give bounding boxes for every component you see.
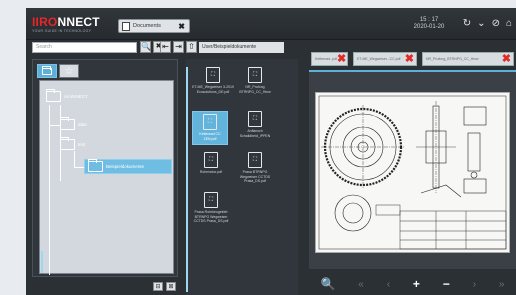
tree-node-label: data	[78, 122, 87, 127]
up-icon[interactable]: ⇧	[186, 41, 197, 53]
document-icon	[122, 21, 130, 31]
refresh-icon[interactable]: ↻	[463, 18, 471, 30]
folder-icon	[46, 89, 61, 102]
viewer-tab-label: ET-ME_Wegweiser...CC.pdf	[357, 57, 401, 61]
brand-accent: IIRO	[32, 15, 58, 29]
pdf-viewer[interactable]	[309, 70, 516, 269]
clock-date: 2020-01-20	[413, 24, 445, 30]
scrollbar[interactable]	[186, 67, 188, 292]
folder-icon	[60, 137, 75, 150]
search-icon[interactable]: 🔍	[140, 41, 151, 53]
trash-icon[interactable]: ⊠	[166, 282, 176, 291]
forward-icon[interactable]: ⇥	[173, 41, 184, 53]
app-window: IIRONNECT YOUR GUIDE IN TECHNOLOGY Docum…	[26, 8, 516, 295]
folder-icon	[42, 65, 52, 75]
home-icon[interactable]: ⌂	[506, 18, 512, 30]
sprocket-drawing	[321, 105, 405, 189]
pdf-icon: ⛶	[248, 67, 262, 83]
close-icon[interactable]: ✖	[502, 53, 513, 65]
tree-node-label: test	[78, 142, 86, 147]
clock-time: 15 : 17	[419, 17, 439, 23]
file-item[interactable]: ⛶ Prasa BTRNPG Wegweiser CCTDS Prasa_DS.…	[234, 152, 276, 184]
delete-icon[interactable]: ⊟	[153, 282, 163, 291]
zoom-search-icon[interactable]: 🔍	[320, 277, 335, 291]
file-item-selected[interactable]: ⛶ Kettenrad CC ZEN.pdf	[192, 111, 228, 145]
tree-node-label: ciiroNNECT	[64, 94, 88, 99]
top-bar: IIRONNECT YOUR GUIDE IN TECHNOLOGY Docum…	[26, 8, 516, 40]
file-name: Prasa BTRNPG Wegweiser CCTDS Prasa_DS.pd…	[239, 170, 271, 183]
folder-tree-panel: ☆ ciiroNNECT data test Beispieldokumente	[32, 59, 178, 277]
folder-icon	[88, 159, 103, 172]
next-page-icon[interactable]: ›	[473, 279, 476, 290]
documents-tab[interactable]: Documents ✖	[118, 19, 190, 33]
clock: 15 : 17 2020-01-20	[404, 17, 454, 31]
file-name: ET-ME_Wegweiser 3-2019 Ecosolutions_DE.p…	[192, 85, 234, 94]
file-name: Kettenrad CC ZEN.pdf	[199, 132, 221, 141]
tree-node-data[interactable]: data	[60, 117, 87, 130]
folder-tree: ciiroNNECT data test Beispieldokumente	[39, 80, 174, 275]
star-icon: ☆	[64, 65, 74, 77]
zoom-in-button[interactable]: +	[413, 277, 420, 291]
drawing-sheet	[315, 92, 510, 253]
close-icon[interactable]: ✖	[178, 22, 189, 31]
file-name: Prasa Rohrkeugeldet BTRNPG Wegweiser CCT…	[193, 210, 229, 223]
top-icons: ↻ ⌄ ⊘ ⌂	[463, 18, 512, 30]
viewer-tab[interactable]: NR_Prufung_BTRNPG_CC_Hinw ✖	[422, 52, 514, 66]
file-name: Rohrmotor.pdf	[199, 170, 223, 174]
tree-node-label: Beispieldokumente	[106, 164, 145, 169]
path-breadcrumb[interactable]: User/Beispieldokumente	[199, 42, 284, 53]
no-wifi-icon[interactable]: ⊘	[492, 18, 500, 30]
tree-node-beispieldokumente[interactable]: Beispieldokumente	[84, 159, 172, 174]
tree-actions: ⊟ ⊠	[153, 282, 176, 291]
chevron-down-icon[interactable]: ⌄	[477, 18, 485, 30]
brand-logo: IIRONNECT YOUR GUIDE IN TECHNOLOGY	[32, 15, 100, 35]
technical-drawing	[318, 95, 507, 250]
pdf-icon: ⛶	[248, 152, 262, 168]
file-item[interactable]: ⛶ NR_Prufung BTRNPG_CC_Hinw	[234, 67, 276, 94]
brand-tagline: YOUR GUIDE IN TECHNOLOGY	[32, 29, 92, 33]
viewer-tab[interactable]: Kettenrad..pdf ✖	[311, 52, 348, 66]
file-item[interactable]: ⛶ ET-ME_Wegweiser 3-2019 Ecosolutions_DE…	[192, 67, 234, 94]
prev-page-icon[interactable]: ‹	[387, 279, 390, 290]
close-icon[interactable]: ✖	[405, 53, 416, 65]
viewer-tab[interactable]: ET-ME_Wegweiser...CC.pdf ✖	[353, 52, 417, 66]
file-name: NR_Prufung BTRNPG_CC_Hinw	[239, 85, 271, 94]
last-page-icon[interactable]: »	[499, 279, 505, 290]
pdf-icon: ⛶	[248, 111, 262, 127]
tree-node-test[interactable]: test	[60, 137, 86, 150]
scrollbar[interactable]	[41, 251, 43, 273]
pdf-icon: ⛶	[204, 192, 218, 208]
documents-tab-label: Documents	[133, 23, 161, 29]
pdf-icon: ⛶	[206, 67, 220, 83]
file-item[interactable]: ⛶ Anflansch Schalldbeid_IPPEN	[234, 111, 276, 138]
file-name: Anflansch Schalldbeid_IPPEN	[239, 129, 271, 138]
brand-name: NNECT	[57, 15, 100, 29]
first-page-icon[interactable]: «	[358, 279, 364, 290]
viewer-tabs: Kettenrad..pdf ✖ ET-ME_Wegweiser...CC.pd…	[311, 52, 516, 66]
zoom-out-button[interactable]: −	[443, 277, 450, 291]
back-icon[interactable]: ⇤	[160, 41, 171, 53]
file-item[interactable]: ⛶ Rohrmotor.pdf	[190, 152, 232, 175]
search-input[interactable]: Search	[32, 42, 137, 53]
tab-favorites[interactable]: ☆	[59, 64, 79, 78]
pdf-icon: ⛶	[204, 152, 218, 168]
viewer-controls: 🔍 « ‹ + − › »	[309, 273, 516, 295]
folder-icon	[60, 117, 75, 130]
tree-node-root[interactable]: ciiroNNECT	[46, 89, 88, 102]
pdf-icon: ⛶	[203, 114, 217, 130]
file-grid: ⛶ ET-ME_Wegweiser 3-2019 Ecosolutions_DE…	[186, 59, 298, 295]
viewer-tab-label: Kettenrad..pdf	[315, 57, 337, 61]
file-item[interactable]: ⛶ Prasa Rohrkeugeldet BTRNPG Wegweiser C…	[190, 192, 232, 224]
close-icon[interactable]: ✖	[337, 53, 348, 65]
viewer-tab-label: NR_Prufung_BTRNPG_CC_Hinw	[426, 57, 479, 61]
tab-folders[interactable]	[37, 64, 57, 78]
